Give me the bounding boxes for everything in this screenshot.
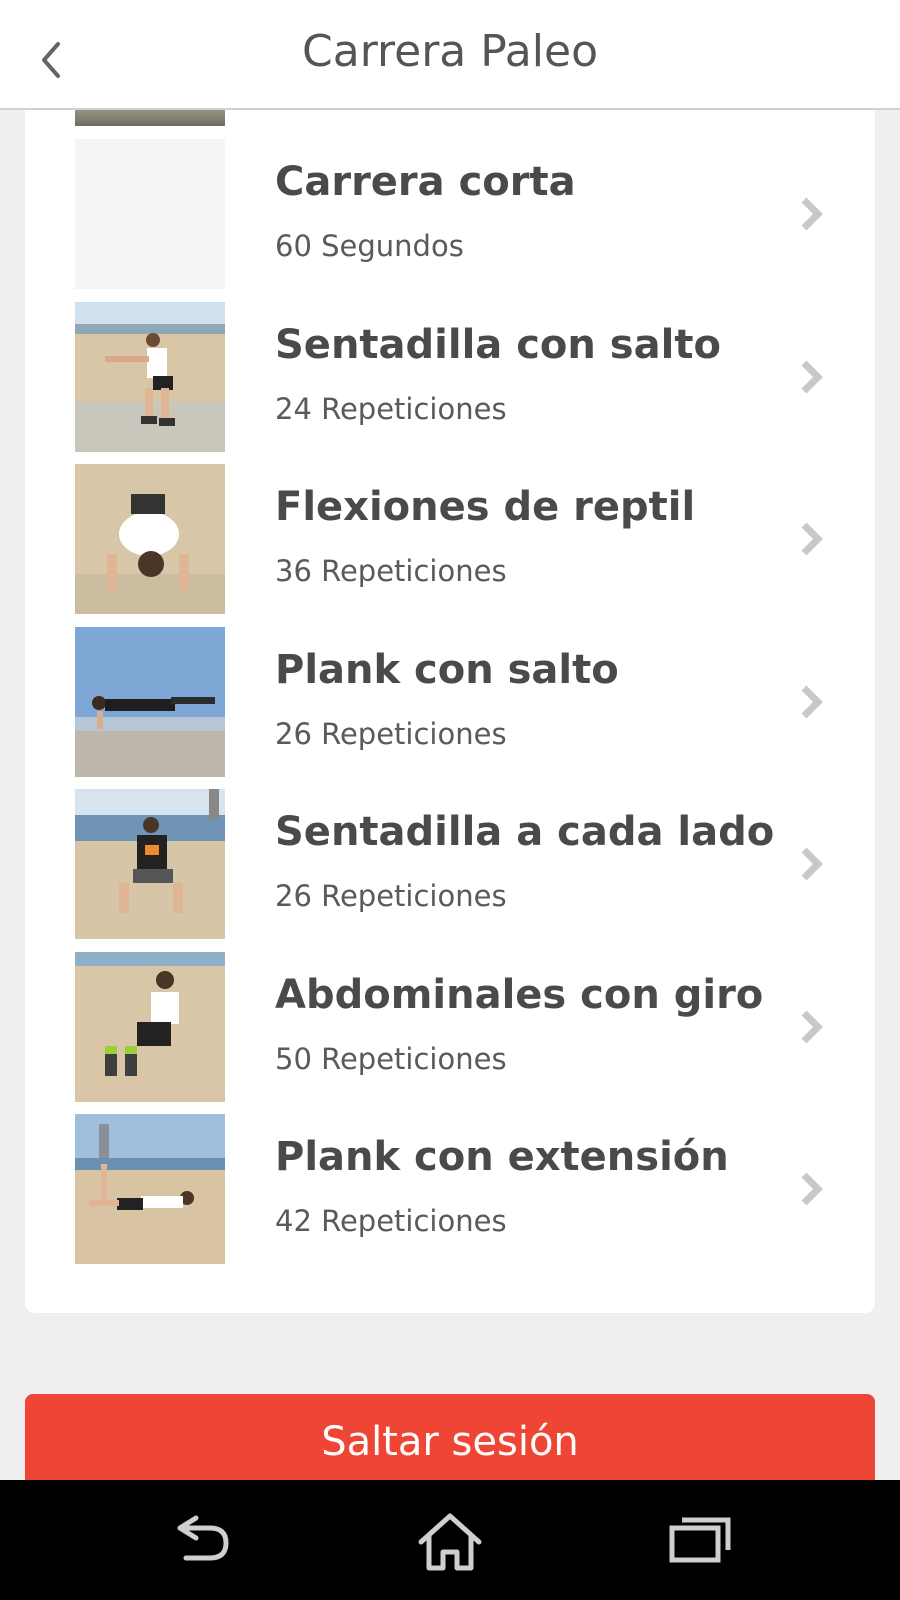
chevron-right-icon — [801, 360, 823, 393]
exercise-thumbnail — [75, 1114, 225, 1264]
exercise-row[interactable]: Plank con extensión 42 Repeticiones — [25, 1114, 875, 1277]
exercise-name: Plank con extensión — [275, 1134, 729, 1180]
chevron-right-icon — [801, 197, 823, 231]
exercise-row[interactable]: Sentadilla con salto 24 Repeticiones — [25, 301, 875, 465]
chevron-right-icon — [801, 1010, 823, 1043]
exercise-amount: 60 Segundos — [275, 229, 464, 263]
exercise-thumbnail — [75, 464, 225, 614]
previous-exercise-thumbnail[interactable] — [75, 108, 225, 126]
page-title: Carrera Paleo — [302, 26, 598, 77]
exercise-thumbnail — [75, 626, 225, 777]
system-navigation-bar — [0, 1480, 900, 1600]
exercise-name: Abdominales con giro — [275, 971, 764, 1018]
exercise-list-card: Carrera corta 60 Segundos Sentadilla con… — [25, 100, 875, 1313]
exercise-thumbnail — [75, 139, 225, 289]
exercise-row[interactable]: Flexiones de reptil 36 Repeticiones — [25, 464, 875, 627]
exercise-list: Carrera corta 60 Segundos Sentadilla con… — [25, 139, 875, 1277]
chevron-right-icon — [801, 522, 823, 556]
app-header: Carrera Paleo — [0, 0, 900, 110]
recent-apps-icon[interactable] — [666, 1510, 736, 1574]
exercise-name: Flexiones de reptil — [275, 484, 696, 530]
exercise-amount: 26 Repeticiones — [275, 879, 507, 913]
exercise-name: Sentadilla con salto — [275, 321, 721, 368]
exercise-thumbnail — [75, 951, 225, 1102]
exercise-amount: 36 Repeticiones — [275, 554, 507, 588]
exercise-name: Plank con salto — [275, 646, 619, 693]
exercise-amount: 50 Repeticiones — [275, 1041, 507, 1076]
exercise-amount: 24 Repeticiones — [275, 391, 507, 426]
exercise-thumbnail — [75, 789, 225, 939]
chevron-right-icon — [801, 685, 823, 718]
back-icon[interactable] — [166, 1510, 236, 1574]
exercise-name: Sentadilla a cada lado — [275, 809, 775, 855]
exercise-name: Carrera corta — [275, 159, 576, 205]
exercise-amount: 42 Repeticiones — [275, 1204, 507, 1238]
exercise-row[interactable]: Carrera corta 60 Segundos — [25, 139, 875, 302]
exercise-thumbnail — [75, 301, 225, 452]
exercise-row[interactable]: Plank con salto 26 Repeticiones — [25, 626, 875, 790]
exercise-row[interactable]: Sentadilla a cada lado 26 Repeticiones — [25, 789, 875, 952]
exercise-amount: 26 Repeticiones — [275, 716, 507, 751]
home-icon[interactable] — [415, 1510, 485, 1574]
chevron-right-icon — [801, 847, 823, 881]
chevron-right-icon — [801, 1172, 823, 1206]
exercise-row[interactable]: Abdominales con giro 50 Repeticiones — [25, 951, 875, 1115]
skip-session-button[interactable]: Saltar sesión — [25, 1394, 875, 1494]
